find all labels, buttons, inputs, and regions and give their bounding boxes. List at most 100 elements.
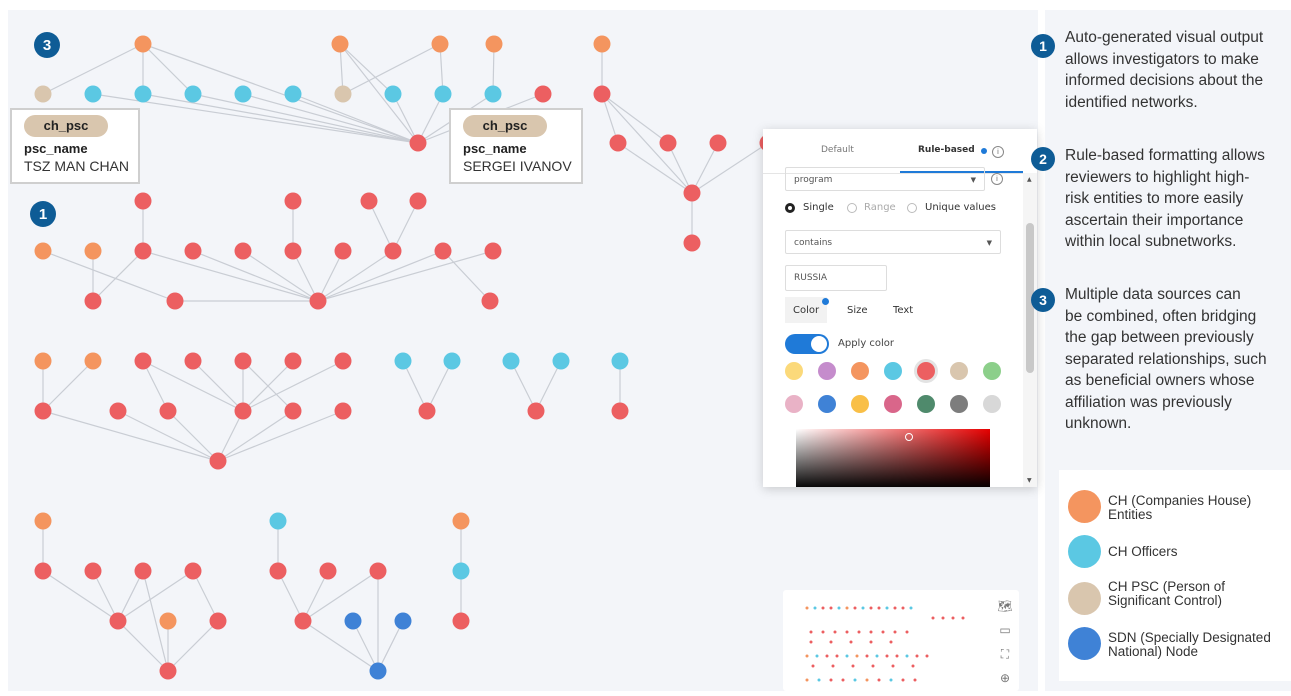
graph-node[interactable] — [360, 192, 378, 210]
graph-node[interactable] — [34, 242, 52, 260]
graph-node[interactable] — [134, 85, 152, 103]
graph-node[interactable] — [309, 292, 327, 310]
graph-node[interactable] — [269, 562, 287, 580]
graph-node[interactable] — [334, 242, 352, 260]
graph-node[interactable] — [593, 85, 611, 103]
graph-node[interactable] — [409, 192, 427, 210]
color-swatch[interactable] — [917, 362, 935, 380]
graph-node[interactable] — [485, 35, 503, 53]
graph-node[interactable] — [284, 242, 302, 260]
radio-unique-values[interactable] — [907, 203, 917, 213]
graph-node[interactable] — [527, 402, 545, 420]
graph-node[interactable] — [109, 612, 127, 630]
operator-select[interactable]: contains ▼ — [785, 230, 1001, 254]
info-icon[interactable]: i — [992, 146, 1004, 158]
graph-node[interactable] — [683, 184, 701, 202]
graph-node[interactable] — [284, 352, 302, 370]
graph-node[interactable] — [184, 562, 202, 580]
field-select[interactable]: program ▼ — [785, 167, 985, 191]
graph-node[interactable] — [609, 134, 627, 152]
graph-node[interactable] — [394, 612, 412, 630]
color-swatch[interactable] — [785, 395, 803, 413]
graph-node[interactable] — [34, 352, 52, 370]
graph-node[interactable] — [134, 562, 152, 580]
color-swatch[interactable] — [851, 362, 869, 380]
graph-node[interactable] — [84, 242, 102, 260]
color-swatch[interactable] — [950, 395, 968, 413]
graph-node[interactable] — [284, 402, 302, 420]
color-swatch[interactable] — [983, 362, 1001, 380]
subtab-size[interactable]: Size — [847, 305, 868, 316]
tab-rule-based[interactable]: Rule-based — [918, 145, 975, 155]
color-swatch[interactable] — [917, 395, 935, 413]
subtab-text[interactable]: Text — [893, 305, 913, 316]
graph-node[interactable] — [184, 242, 202, 260]
color-swatch[interactable] — [884, 362, 902, 380]
graph-node[interactable] — [134, 352, 152, 370]
graph-minimap[interactable]: 🗺 ▭ ⛶ ⊕ — [783, 590, 1019, 691]
graph-node[interactable] — [443, 352, 461, 370]
graph-node[interactable] — [134, 35, 152, 53]
graph-node[interactable] — [344, 612, 362, 630]
gradient-picker-handle[interactable] — [905, 433, 913, 441]
graph-node[interactable] — [84, 292, 102, 310]
graph-node[interactable] — [234, 85, 252, 103]
graph-node[interactable] — [452, 562, 470, 580]
zoom-icon[interactable]: ⊕ — [997, 670, 1013, 686]
graph-node[interactable] — [159, 662, 177, 680]
graph-node[interactable] — [452, 612, 470, 630]
minimap-overview[interactable] — [783, 590, 983, 691]
color-swatch[interactable] — [983, 395, 1001, 413]
graph-node[interactable] — [709, 134, 727, 152]
graph-node[interactable] — [284, 85, 302, 103]
graph-node[interactable] — [552, 352, 570, 370]
graph-node[interactable] — [384, 85, 402, 103]
graph-node[interactable] — [409, 134, 427, 152]
graph-node[interactable] — [34, 562, 52, 580]
graph-node[interactable] — [334, 402, 352, 420]
graph-node[interactable] — [369, 662, 387, 680]
graph-node[interactable] — [234, 352, 252, 370]
apply-color-toggle[interactable] — [785, 334, 829, 354]
graph-node[interactable] — [319, 562, 337, 580]
value-input[interactable]: RUSSIA — [785, 265, 887, 291]
graph-node[interactable] — [611, 352, 629, 370]
graph-node[interactable] — [209, 612, 227, 630]
color-swatch[interactable] — [785, 362, 803, 380]
graph-node[interactable] — [369, 562, 387, 580]
graph-node[interactable] — [184, 352, 202, 370]
graph-node[interactable] — [384, 242, 402, 260]
color-swatch[interactable] — [884, 395, 902, 413]
color-swatch[interactable] — [851, 395, 869, 413]
graph-node[interactable] — [434, 242, 452, 260]
subtab-color[interactable]: Color — [793, 305, 819, 316]
graph-node[interactable] — [284, 192, 302, 210]
panel-scrollbar[interactable]: ▲ ▼ — [1023, 173, 1037, 487]
graph-node[interactable] — [418, 402, 436, 420]
graph-node[interactable] — [484, 85, 502, 103]
graph-node[interactable] — [484, 242, 502, 260]
color-gradient-picker[interactable] — [796, 429, 990, 487]
graph-node[interactable] — [209, 452, 227, 470]
graph-node[interactable] — [593, 35, 611, 53]
graph-node[interactable] — [334, 85, 352, 103]
graph-node[interactable] — [611, 402, 629, 420]
graph-node[interactable] — [452, 512, 470, 530]
graph-node[interactable] — [84, 352, 102, 370]
map-icon[interactable]: 🗺 — [997, 598, 1013, 614]
info-icon[interactable]: i — [991, 173, 1003, 185]
graph-node[interactable] — [394, 352, 412, 370]
color-swatch[interactable] — [950, 362, 968, 380]
graph-node[interactable] — [34, 512, 52, 530]
color-swatch[interactable] — [818, 362, 836, 380]
screen-icon[interactable]: ▭ — [997, 622, 1013, 638]
graph-node[interactable] — [184, 85, 202, 103]
graph-node[interactable] — [166, 292, 184, 310]
graph-node[interactable] — [434, 85, 452, 103]
graph-node[interactable] — [502, 352, 520, 370]
graph-node[interactable] — [134, 192, 152, 210]
scroll-up-icon[interactable]: ▲ — [1027, 176, 1032, 183]
color-swatch[interactable] — [818, 395, 836, 413]
graph-node[interactable] — [84, 85, 102, 103]
graph-node[interactable] — [431, 35, 449, 53]
